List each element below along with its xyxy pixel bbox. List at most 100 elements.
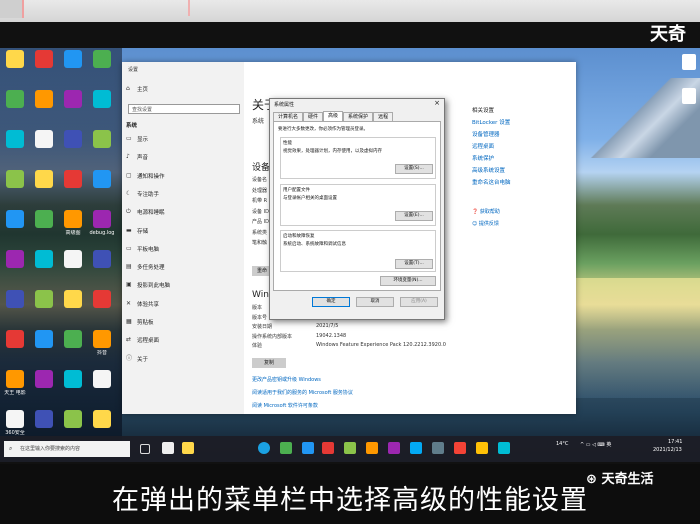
sidebar-item[interactable]: ▭ 显示 xyxy=(126,134,148,144)
desktop-icon-right[interactable] xyxy=(682,88,700,110)
sidebar-item[interactable]: ⏻ 电源和睡眠 xyxy=(126,207,165,217)
apply-button[interactable]: 应用(A) xyxy=(400,297,438,307)
desktop-icon[interactable] xyxy=(60,170,86,210)
ok-button[interactable]: 确定 xyxy=(312,297,350,307)
clock-time[interactable]: 17:41 xyxy=(668,439,682,445)
task-view-icon[interactable] xyxy=(140,444,150,454)
sidebar-item[interactable]: ☾ 专注助手 xyxy=(126,189,159,199)
desktop-icon[interactable] xyxy=(31,170,57,210)
desktop-icon[interactable] xyxy=(31,290,57,330)
desktop-icon[interactable]: 天王 电影 xyxy=(2,370,28,410)
desktop-icon[interactable] xyxy=(31,90,57,130)
taskbar-app-icon[interactable] xyxy=(410,442,422,454)
clock-date[interactable]: 2021/12/13 xyxy=(653,447,682,453)
desktop-icon[interactable] xyxy=(2,130,28,170)
desktop-icon-right[interactable] xyxy=(682,54,700,76)
link-device-manager[interactable]: 设备管理器 xyxy=(472,130,511,142)
desktop-icon[interactable] xyxy=(31,330,57,370)
tab-hardware[interactable]: 硬件 xyxy=(303,112,324,121)
desktop-icon[interactable] xyxy=(2,210,28,250)
taskbar-app-icon[interactable] xyxy=(498,442,510,454)
taskbar-app-icon[interactable] xyxy=(454,442,466,454)
app-icon xyxy=(64,330,82,348)
wechat-icon[interactable] xyxy=(344,442,356,454)
sidebar-item[interactable]: ▬ 存储 xyxy=(126,226,148,236)
env-variables-button[interactable]: 环境变量(N)... xyxy=(380,276,436,286)
edge-icon[interactable] xyxy=(258,442,270,454)
tab-remote[interactable]: 远程 xyxy=(373,112,394,121)
settings-search-input[interactable]: 查找设置 xyxy=(128,104,240,114)
taskbar-search-input[interactable]: ⌕ 在这里输入你要搜索的内容 xyxy=(4,441,130,457)
link-service-agreement[interactable]: 阅读适用于我们的服务的 Microsoft 服务协议 xyxy=(252,389,353,396)
link-bitlocker[interactable]: BitLocker 设置 xyxy=(472,118,511,130)
desktop-icon[interactable] xyxy=(60,130,86,170)
sidebar-item-label: 声音 xyxy=(137,155,149,162)
desktop-icon[interactable] xyxy=(89,290,115,330)
desktop-icon[interactable] xyxy=(2,90,28,130)
desktop-icon[interactable]: 高级图 xyxy=(60,210,86,250)
tab-advanced[interactable]: 高级 xyxy=(323,111,344,121)
desktop-icon[interactable] xyxy=(31,130,57,170)
profile-settings-button[interactable]: 设置(E)... xyxy=(395,211,433,221)
desktop-icon[interactable] xyxy=(60,250,86,290)
link-system-protection[interactable]: 系统保护 xyxy=(472,154,511,166)
taskbar-app-icon[interactable] xyxy=(476,442,488,454)
desktop-icon[interactable]: debug.log xyxy=(89,210,115,250)
sidebar-item[interactable]: ⇄ 远程桌面 xyxy=(126,335,159,345)
desktop-icon[interactable] xyxy=(89,50,115,90)
desktop-icon[interactable] xyxy=(89,250,115,290)
desktop-icon[interactable] xyxy=(2,250,28,290)
desktop-icon[interactable] xyxy=(31,50,57,90)
taskbar-app-icon[interactable] xyxy=(280,442,292,454)
sidebar-item[interactable]: ▢ 通知和操作 xyxy=(126,171,165,181)
desktop-icon[interactable]: 抖音 xyxy=(89,330,115,370)
taskbar-app-icon[interactable] xyxy=(388,442,400,454)
desktop-icon[interactable] xyxy=(60,50,86,90)
tray-icons[interactable]: ^ ▭ ◁ ⌨ 英 xyxy=(580,441,611,448)
sidebar-item[interactable]: ⓘ 关于 xyxy=(126,354,148,364)
desktop-icon[interactable] xyxy=(31,250,57,290)
sidebar-item[interactable]: ▦ 剪贴板 xyxy=(126,317,154,327)
sidebar-item[interactable]: ♪ 声音 xyxy=(126,152,148,162)
desktop-icon[interactable] xyxy=(31,370,57,410)
link-license-terms[interactable]: 阅读 Microsoft 软件许可条款 xyxy=(252,402,318,409)
desktop-icon[interactable] xyxy=(60,90,86,130)
desktop-icon[interactable] xyxy=(2,170,28,210)
link-get-help[interactable]: ❓ 获取帮助 xyxy=(472,208,500,215)
link-change-key[interactable]: 更改产品密钥或升级 Windows xyxy=(252,376,321,383)
sidebar-item[interactable]: ▤ 多任务处理 xyxy=(126,262,165,272)
weather-temp[interactable]: 14°C xyxy=(556,441,568,447)
desktop-icon[interactable] xyxy=(89,90,115,130)
tab-computer-name[interactable]: 计算机名 xyxy=(273,112,304,121)
taskbar-app-icon[interactable] xyxy=(322,442,334,454)
desktop-icon[interactable] xyxy=(60,370,86,410)
file-explorer-icon[interactable] xyxy=(182,442,194,454)
desktop-icon[interactable] xyxy=(2,330,28,370)
settings-gear-icon[interactable] xyxy=(432,442,444,454)
desktop-icon[interactable] xyxy=(2,290,28,330)
link-remote-desktop[interactable]: 远程桌面 xyxy=(472,142,511,154)
startup-settings-button[interactable]: 设置(T)... xyxy=(395,259,433,269)
taskbar-app-icon[interactable] xyxy=(366,442,378,454)
copy-button[interactable]: 复制 xyxy=(252,358,286,368)
tab-system-protection[interactable]: 系统保护 xyxy=(343,112,374,121)
nav-home[interactable]: ⌂ 主页 xyxy=(126,84,148,94)
link-rename-pc[interactable]: 重命名这台电脑 xyxy=(472,178,511,190)
desktop-icon[interactable] xyxy=(89,370,115,410)
close-icon[interactable]: × xyxy=(434,99,440,107)
desktop-icon[interactable] xyxy=(2,50,28,90)
desktop-icon[interactable] xyxy=(60,290,86,330)
sidebar-item[interactable]: ▣ 投影到此电脑 xyxy=(126,280,170,290)
desktop-icon[interactable] xyxy=(31,210,57,250)
link-advanced-settings[interactable]: 高级系统设置 xyxy=(472,166,511,178)
cancel-button[interactable]: 取消 xyxy=(356,297,394,307)
desktop-icon[interactable] xyxy=(60,330,86,370)
sidebar-item[interactable]: ▭ 平板电脑 xyxy=(126,244,159,254)
taskbar-app-icon[interactable] xyxy=(302,442,314,454)
desktop-icon[interactable] xyxy=(89,130,115,170)
performance-settings-button[interactable]: 设置(S)... xyxy=(395,164,433,174)
sidebar-item[interactable]: ✕ 体验共享 xyxy=(126,299,159,309)
link-feedback[interactable]: ☺ 提供反馈 xyxy=(472,220,499,227)
taskbar-app-icon[interactable] xyxy=(162,442,174,454)
desktop-icon[interactable] xyxy=(89,170,115,210)
